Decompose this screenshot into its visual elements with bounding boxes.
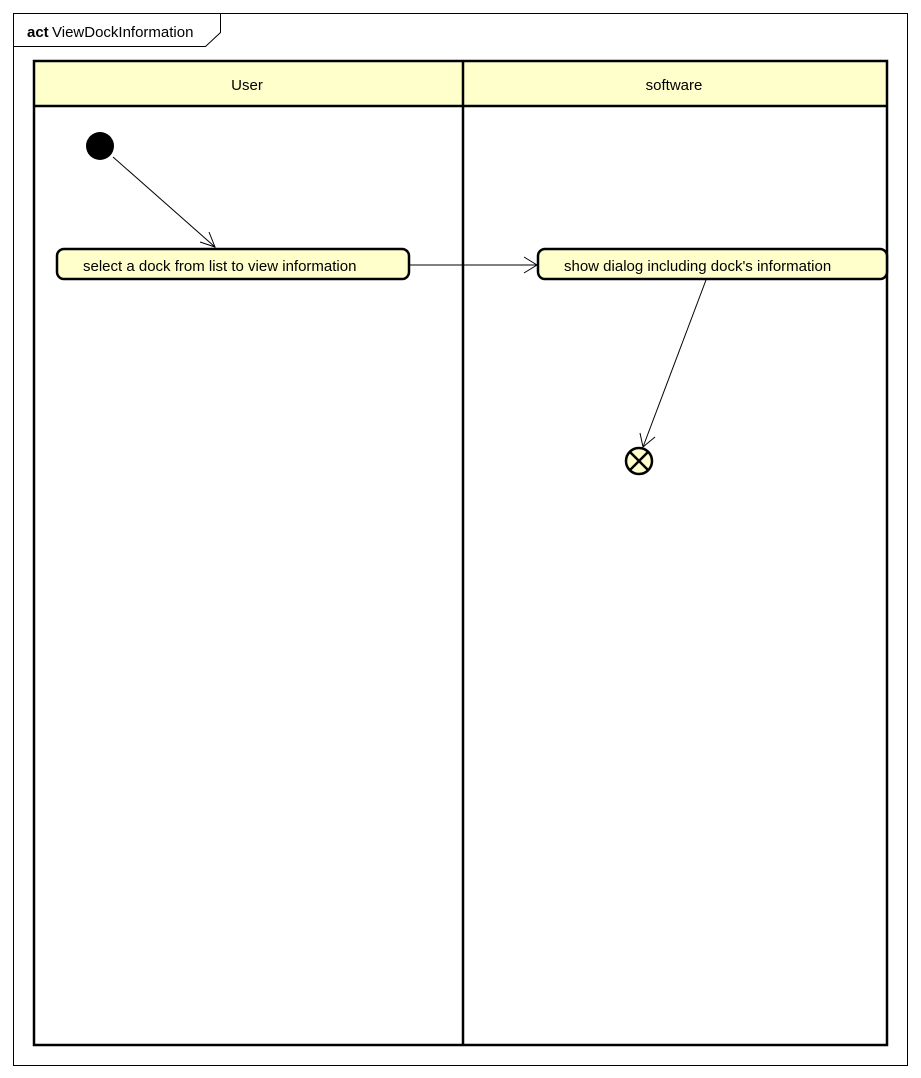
diagram-title: ViewDockInformation	[52, 24, 193, 41]
initial-node	[86, 132, 114, 160]
action-select-dock: select a dock from list to view informat…	[55, 247, 411, 281]
diagram-frame	[13, 13, 908, 1066]
lane-label-software: software	[646, 77, 703, 94]
action-select-dock-label: select a dock from list to view informat…	[83, 258, 356, 275]
flow-final-node	[624, 446, 654, 476]
lane-label-user: User	[231, 77, 263, 94]
action-show-dialog-label: show dialog including dock's information	[564, 258, 831, 275]
activity-diagram: act ViewDockInformation User software se…	[13, 13, 908, 1066]
action-show-dialog: show dialog including dock's information	[536, 247, 889, 281]
diagram-kind-keyword: act	[27, 24, 49, 41]
